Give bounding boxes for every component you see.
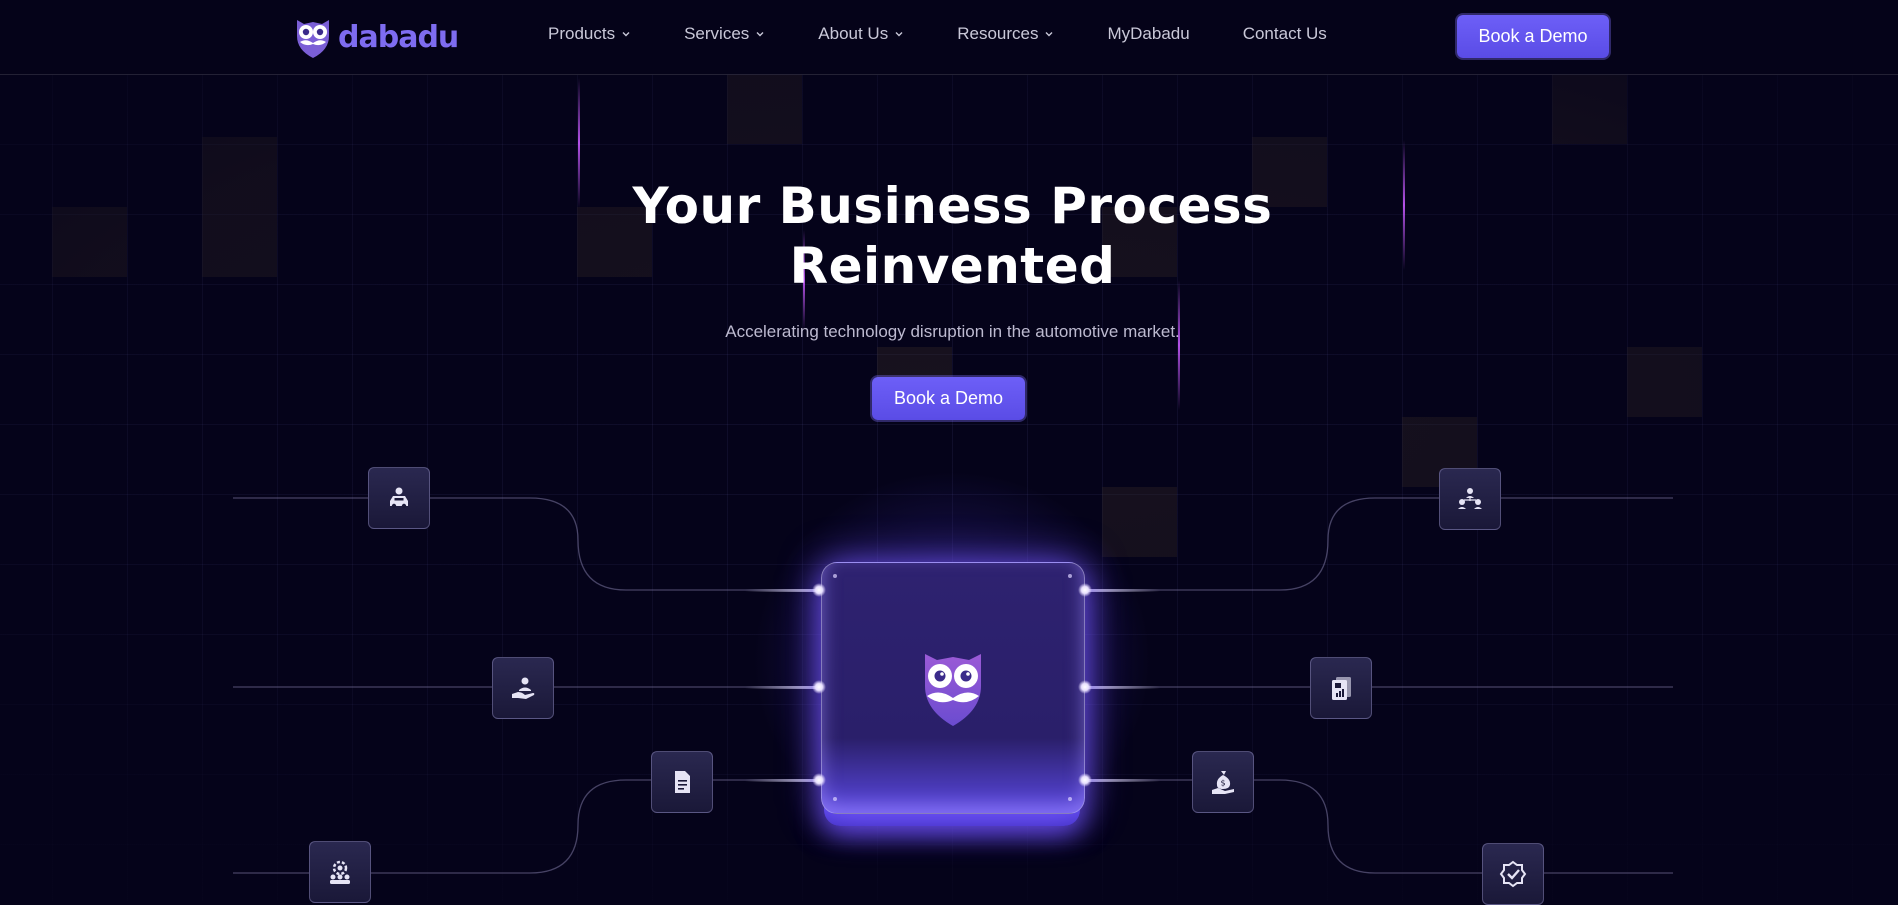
org-chart-icon	[1458, 488, 1482, 509]
owl-logo-icon	[925, 654, 981, 726]
node-hand-user	[492, 657, 554, 719]
corner-dot	[1068, 574, 1072, 578]
node-car-service	[368, 467, 430, 529]
node-org-chart	[1439, 468, 1501, 530]
node-money-bag: $	[1192, 751, 1254, 813]
spark-light	[1078, 773, 1092, 787]
car-service-icon	[390, 487, 408, 509]
spark-light	[812, 773, 826, 787]
light-beam	[1080, 589, 1160, 592]
money-bag-hand-icon: $	[1212, 771, 1234, 794]
svg-text:$: $	[1221, 779, 1226, 788]
badge-check-icon	[1499, 860, 1527, 888]
node-badge-check	[1482, 843, 1544, 905]
spark-light	[1078, 583, 1092, 597]
spark-light	[812, 583, 826, 597]
hand-user-icon	[512, 677, 535, 699]
document-icon	[675, 771, 690, 793]
node-report-chart	[1310, 657, 1372, 719]
light-beam	[1080, 686, 1160, 689]
spark-light	[1078, 680, 1092, 694]
node-document	[651, 751, 713, 813]
report-chart-icon	[1332, 677, 1351, 700]
node-team-gear	[309, 841, 371, 903]
spark-light	[812, 680, 826, 694]
corner-dot	[1068, 797, 1072, 801]
light-beam	[1080, 779, 1160, 782]
corner-dot	[833, 797, 837, 801]
team-gear-icon	[330, 860, 350, 884]
corner-dot	[833, 574, 837, 578]
